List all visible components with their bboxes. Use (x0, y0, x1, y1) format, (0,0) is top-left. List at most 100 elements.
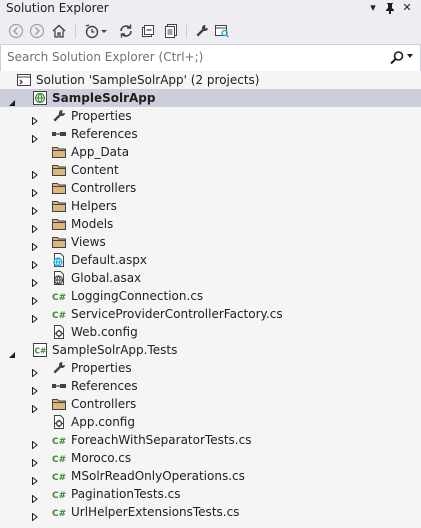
csharp-file-icon: C# (51, 288, 67, 304)
svg-text:C#: C# (52, 509, 66, 519)
preview-selected-items-icon[interactable] (214, 23, 230, 39)
forward-icon[interactable] (29, 23, 45, 39)
tree-item-label: App.config (71, 415, 135, 429)
expand-arrow-icon[interactable] (31, 490, 39, 504)
sync-with-active-document-icon[interactable] (118, 23, 134, 39)
panel-title: Solution Explorer (6, 1, 109, 15)
tree-item-label: Content (71, 163, 119, 177)
references-icon (51, 378, 67, 394)
csharp-file-icon: C# (51, 486, 67, 502)
tree-item[interactable]: App.config (0, 413, 421, 431)
tree-item[interactable]: SampleSolrApp (0, 89, 421, 107)
properties-wrench-icon[interactable] (194, 23, 210, 39)
tree-item[interactable]: Default.aspx (0, 251, 421, 270)
collapse-all-icon[interactable] (140, 23, 156, 39)
collapse-arrow-icon[interactable] (8, 346, 16, 358)
expand-arrow-icon[interactable] (31, 508, 39, 522)
filter-dropdown-chevron-icon[interactable] (100, 23, 108, 39)
expand-arrow-icon[interactable] (31, 256, 39, 270)
tree-item-label: SampleSolrApp.Tests (52, 343, 178, 357)
folder-icon (51, 144, 67, 160)
window-position-dropdown-icon[interactable]: ▾ (366, 1, 380, 15)
tree-item[interactable]: App_Data (0, 143, 421, 161)
expand-arrow-icon[interactable] (31, 184, 39, 198)
folder-icon (51, 396, 67, 412)
folder-icon (51, 234, 67, 250)
config-file-icon (51, 324, 67, 340)
tree-item[interactable]: C# LoggingConnection.cs (0, 287, 421, 306)
autohide-pin-icon[interactable] (383, 1, 397, 15)
config-file-icon (51, 414, 67, 430)
svg-text:C#: C# (52, 311, 66, 321)
expand-arrow-icon[interactable] (31, 382, 39, 396)
tree-item[interactable]: Content (0, 161, 421, 180)
toolbar-separator (186, 24, 187, 38)
svg-text:C#: C# (52, 491, 66, 501)
tree-item-label: Web.config (71, 325, 138, 339)
tree-item[interactable]: Controllers (0, 179, 421, 198)
tree-item[interactable]: C# SampleSolrApp.Tests (0, 341, 421, 359)
tree-item[interactable]: References (0, 125, 421, 144)
expand-arrow-icon[interactable] (31, 310, 39, 324)
search-icon[interactable] (389, 50, 405, 66)
wrench-icon (51, 360, 67, 376)
expand-arrow-icon[interactable] (31, 292, 39, 306)
tree-item-label: ServiceProviderControllerFactory.cs (71, 307, 283, 321)
tree-item[interactable]: Models (0, 215, 421, 234)
expand-arrow-icon[interactable] (31, 166, 39, 180)
tree-item[interactable]: References (0, 377, 421, 396)
tree-item[interactable]: Controllers (0, 395, 421, 414)
tree-item-label: Controllers (71, 397, 137, 411)
home-icon[interactable] (51, 23, 67, 39)
search-options-chevron-icon[interactable] (407, 54, 413, 58)
tree-item-label: Properties (71, 109, 132, 123)
expand-arrow-icon[interactable] (31, 130, 39, 144)
tree-item[interactable]: Solution 'SampleSolrApp' (2 projects) (0, 71, 421, 89)
tree-item[interactable]: Properties (0, 359, 421, 378)
show-all-files-icon[interactable] (163, 23, 179, 39)
tree-item-label: SampleSolrApp (52, 91, 156, 105)
toolbar (0, 17, 421, 44)
tree-item-label: Properties (71, 361, 132, 375)
tree-item[interactable]: C# ForeachWithSeparatorTests.cs (0, 431, 421, 450)
svg-text:C#: C# (52, 455, 66, 465)
tree-item-label: Controllers (71, 181, 137, 195)
expand-arrow-icon[interactable] (31, 112, 39, 126)
expand-arrow-icon[interactable] (31, 220, 39, 234)
csharp-file-icon: C# (51, 504, 67, 520)
tree-item[interactable]: Web.config (0, 323, 421, 341)
expand-arrow-icon[interactable] (31, 238, 39, 252)
tree-item[interactable]: Global.asax (0, 269, 421, 288)
tree-item[interactable]: Helpers (0, 197, 421, 216)
folder-icon (51, 162, 67, 178)
tree-item[interactable]: C# Moroco.cs (0, 449, 421, 468)
tree-item[interactable]: C# ServiceProviderControllerFactory.cs (0, 305, 421, 324)
back-icon[interactable] (8, 23, 24, 39)
tree-item[interactable]: Views (0, 233, 421, 252)
tree-item[interactable]: C# PaginationTests.cs (0, 485, 421, 504)
expand-arrow-icon[interactable] (31, 364, 39, 378)
tree-item-label: Views (71, 235, 106, 249)
tree-item-label: Solution 'SampleSolrApp' (2 projects) (36, 73, 260, 87)
expand-arrow-icon[interactable] (31, 202, 39, 216)
tree-item-label: Default.aspx (71, 253, 147, 267)
tree-item-label: MSolrReadOnlyOperations.cs (71, 469, 245, 483)
svg-text:C#: C# (52, 473, 66, 483)
tree-item[interactable]: Properties (0, 107, 421, 126)
search-input[interactable] (7, 49, 367, 65)
pending-changes-filter-icon[interactable] (84, 23, 100, 39)
csharp-file-icon: C# (51, 432, 67, 448)
expand-arrow-icon[interactable] (31, 436, 39, 450)
svg-text:C#: C# (52, 437, 66, 447)
svg-text:C#: C# (52, 293, 66, 303)
expand-arrow-icon[interactable] (31, 400, 39, 414)
expand-arrow-icon[interactable] (31, 274, 39, 288)
collapse-arrow-icon[interactable] (8, 94, 16, 106)
close-panel-icon[interactable]: ✕ (400, 1, 414, 15)
tree-item-label: LoggingConnection.cs (71, 289, 204, 303)
folder-icon (51, 216, 67, 232)
tree-item[interactable]: C# MSolrReadOnlyOperations.cs (0, 467, 421, 486)
tree-item[interactable]: C# UrlHelperExtensionsTests.cs (0, 503, 421, 522)
expand-arrow-icon[interactable] (31, 454, 39, 468)
expand-arrow-icon[interactable] (31, 472, 39, 486)
